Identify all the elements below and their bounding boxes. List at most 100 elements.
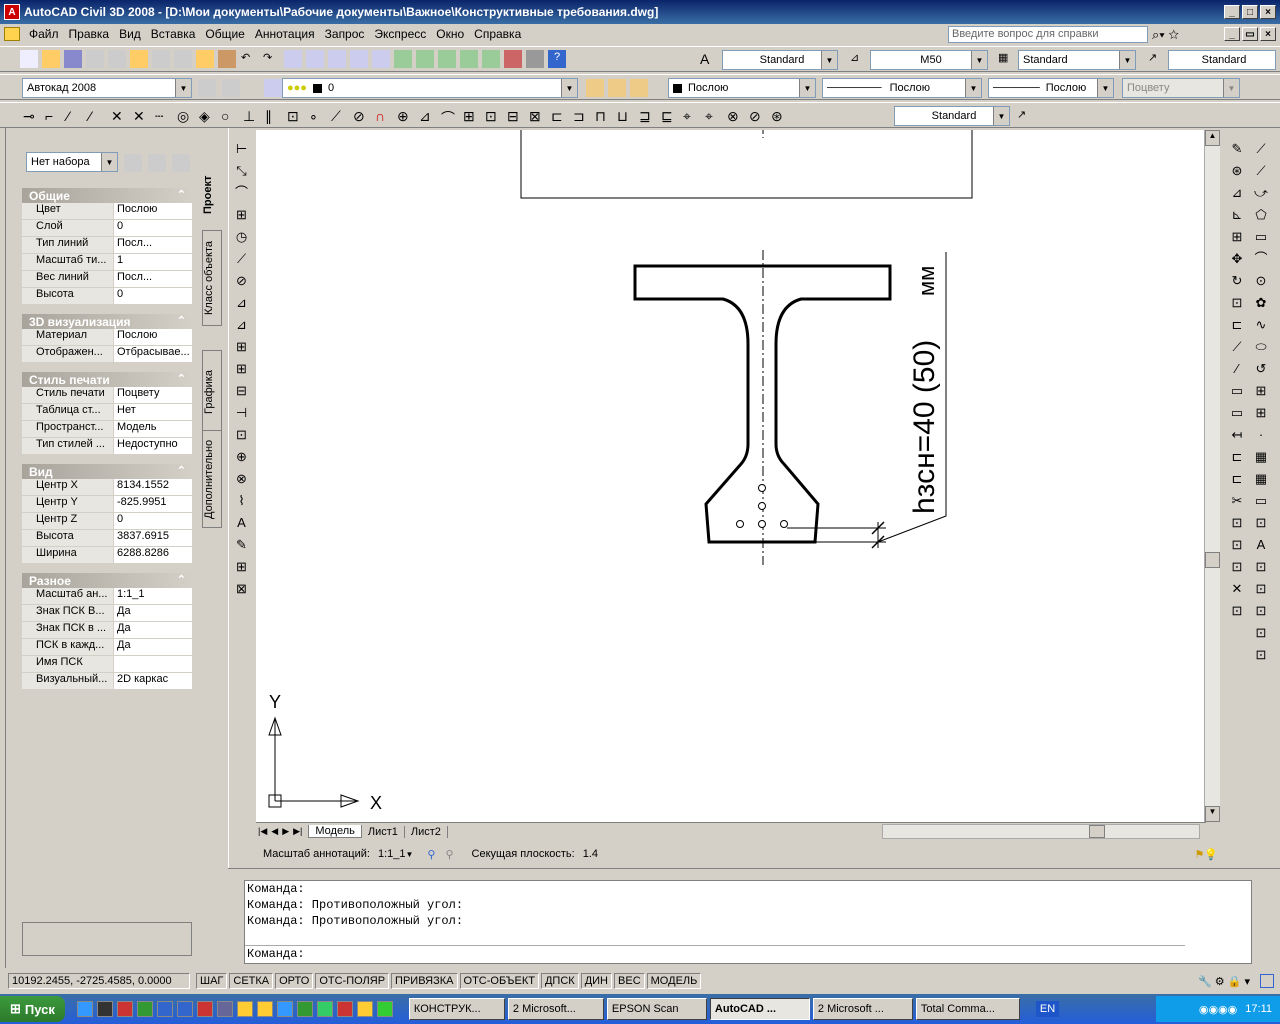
zoom-window-icon[interactable] bbox=[328, 50, 346, 68]
property-section-header[interactable]: Общие ⌃ bbox=[22, 188, 192, 203]
clean-screen-icon[interactable] bbox=[1260, 974, 1274, 988]
property-section-header[interactable]: Вид ⌃ bbox=[22, 464, 192, 479]
property-row[interactable]: Таблица ст... Нет bbox=[22, 404, 192, 421]
draw-tool-0-icon[interactable]: ⟋ bbox=[1256, 138, 1265, 160]
property-value[interactable]: Послою bbox=[114, 329, 192, 345]
layer-previous-icon[interactable] bbox=[608, 79, 626, 97]
cut-icon[interactable] bbox=[152, 50, 170, 68]
property-row[interactable]: Имя ПСК bbox=[22, 656, 192, 673]
status-toggle-1[interactable]: СЕТКА bbox=[229, 973, 274, 989]
property-row[interactable]: Высота 0 bbox=[22, 288, 192, 305]
lineweight-select[interactable]: ────── Послою ▼ bbox=[988, 78, 1114, 98]
tab-last-icon[interactable]: ▶| bbox=[291, 826, 304, 837]
property-row[interactable]: Стиль печати Поцвету bbox=[22, 387, 192, 404]
property-value[interactable]: Недоступно bbox=[114, 438, 192, 454]
property-row[interactable]: Материал Послою bbox=[22, 329, 192, 346]
quicklaunch-icon[interactable] bbox=[196, 1001, 213, 1017]
dimension-tool-18-icon[interactable]: ✎ bbox=[236, 534, 247, 556]
snap-tangent-icon[interactable]: ○ bbox=[220, 107, 238, 125]
property-row[interactable]: Ширина 6288.8286 bbox=[22, 547, 192, 564]
make-current-layer-icon[interactable] bbox=[586, 79, 604, 97]
horizontal-scroll-thumb[interactable] bbox=[1089, 825, 1105, 838]
draw-tool-9-icon[interactable]: ⬭ bbox=[1255, 336, 1266, 358]
draw-tool-13-icon[interactable]: · bbox=[1259, 424, 1263, 446]
property-value[interactable]: 1:1_1 bbox=[114, 588, 192, 604]
status-toggle-3[interactable]: ОТС-ПОЛЯР bbox=[315, 973, 390, 989]
quicklaunch-icon[interactable] bbox=[176, 1001, 193, 1017]
scroll-up-button[interactable]: ▲ bbox=[1205, 130, 1220, 146]
menu-query[interactable]: Запрос bbox=[320, 27, 370, 41]
start-button[interactable]: ⊞ Пуск bbox=[0, 996, 65, 1022]
dimension-tool-5-icon[interactable]: ⟋ bbox=[237, 248, 246, 270]
tab-project[interactable]: Проект bbox=[202, 148, 222, 242]
publish-icon[interactable] bbox=[130, 50, 148, 68]
menu-file[interactable]: Файл bbox=[24, 27, 64, 41]
task-konstruk[interactable]: КОНСТРУК... bbox=[408, 998, 505, 1020]
layer-states-icon[interactable] bbox=[630, 79, 648, 97]
dim-break-icon[interactable]: ⊑ bbox=[660, 107, 678, 125]
modify-tool-6-icon[interactable]: ↻ bbox=[1232, 270, 1243, 292]
property-row[interactable]: Масштаб ти... 1 bbox=[22, 254, 192, 271]
snap-settings-icon[interactable]: ∩ bbox=[374, 107, 392, 125]
property-value[interactable]: Модель bbox=[114, 421, 192, 437]
layer-manager-icon[interactable] bbox=[264, 79, 282, 97]
dimension-tool-3-icon[interactable]: ⊞ bbox=[236, 204, 247, 226]
quicklaunch-icon[interactable] bbox=[116, 1001, 133, 1017]
collapse-icon[interactable]: ⌃ bbox=[177, 372, 186, 385]
command-prompt[interactable]: Команда: bbox=[245, 945, 1185, 961]
property-value[interactable]: 1 bbox=[114, 254, 192, 270]
dim-text-edit-icon[interactable]: ⊛ bbox=[770, 107, 788, 125]
status-toggle-0[interactable]: ШАГ bbox=[196, 973, 228, 989]
menu-view[interactable]: Вид bbox=[114, 27, 146, 41]
snap-none-icon[interactable]: ⊘ bbox=[352, 107, 370, 125]
task-microsoft-1[interactable]: 2 Microsoft... bbox=[507, 998, 604, 1020]
toggle-pickadd-icon[interactable] bbox=[124, 154, 142, 172]
modify-tool-2-icon[interactable]: ⊿ bbox=[1232, 182, 1243, 204]
dim-quick-icon[interactable]: ⊐ bbox=[572, 107, 590, 125]
modify-tool-12-icon[interactable]: ▭ bbox=[1231, 402, 1243, 424]
menu-insert[interactable]: Вставка bbox=[146, 27, 201, 41]
draw-tool-23-icon[interactable]: ⊡ bbox=[1256, 644, 1267, 666]
property-row[interactable]: Визуальный... 2D каркас bbox=[22, 673, 192, 690]
property-section-header[interactable]: Разное ⌃ bbox=[22, 573, 192, 588]
modify-tool-11-icon[interactable]: ▭ bbox=[1231, 380, 1243, 402]
collapse-icon[interactable]: ⌃ bbox=[177, 573, 186, 586]
text-style-icon[interactable]: A bbox=[700, 51, 709, 67]
mleader-style-icon[interactable]: ↗ bbox=[1148, 51, 1157, 64]
snap-intersection-icon[interactable]: ✕ bbox=[110, 107, 128, 125]
modify-tool-8-icon[interactable]: ⊏ bbox=[1232, 314, 1243, 336]
property-value[interactable]: 6288.8286 bbox=[114, 547, 192, 563]
property-row[interactable]: Знак ПСК В... Да bbox=[22, 605, 192, 622]
draw-tool-2-icon[interactable]: ⤻ bbox=[1254, 182, 1268, 204]
save-icon[interactable] bbox=[64, 50, 82, 68]
help-search-input[interactable]: Введите вопрос для справки bbox=[948, 26, 1148, 43]
modify-tool-19-icon[interactable]: ⊡ bbox=[1232, 556, 1243, 578]
modify-tool-16-icon[interactable]: ✂ bbox=[1232, 490, 1243, 512]
property-value[interactable]: -825.9951 bbox=[114, 496, 192, 512]
calculator-icon[interactable] bbox=[526, 50, 544, 68]
quicklaunch-icon[interactable] bbox=[296, 1001, 313, 1017]
property-value[interactable]: 0 bbox=[114, 513, 192, 529]
dimension-tool-14-icon[interactable]: ⊕ bbox=[236, 446, 247, 468]
draw-tool-20-icon[interactable]: ⊡ bbox=[1256, 578, 1267, 600]
status-toggle-6[interactable]: ДПСК bbox=[540, 973, 579, 989]
doc-close-button[interactable]: × bbox=[1260, 27, 1276, 41]
dim-ordinate-icon[interactable]: ⊞ bbox=[462, 107, 480, 125]
select-objects-icon[interactable] bbox=[148, 154, 166, 172]
property-row[interactable]: Вес линий Посл... bbox=[22, 271, 192, 288]
menu-express[interactable]: Экспресс bbox=[369, 27, 431, 41]
table-style-icon[interactable]: ▦ bbox=[998, 51, 1008, 64]
dimension-tool-11-icon[interactable]: ⊟ bbox=[236, 380, 247, 402]
dim-continue-icon[interactable]: ⊔ bbox=[616, 107, 634, 125]
dim-update-icon[interactable]: ↗ bbox=[1016, 107, 1034, 125]
properties-icon[interactable] bbox=[394, 50, 412, 68]
modify-tool-9-icon[interactable]: ⟋ bbox=[1232, 336, 1241, 358]
draw-tool-4-icon[interactable]: ▭ bbox=[1255, 226, 1267, 248]
snap-endpoint-icon[interactable]: ⁄ bbox=[66, 107, 84, 125]
maximize-button[interactable]: □ bbox=[1242, 5, 1258, 19]
autocad-app-icon[interactable]: A bbox=[4, 4, 20, 20]
dimension-tool-1-icon[interactable]: ⤡ bbox=[236, 160, 246, 182]
quicklaunch-icon[interactable] bbox=[356, 1001, 373, 1017]
dimension-tool-2-icon[interactable]: ⌒ bbox=[235, 182, 248, 204]
menu-annotation[interactable]: Аннотация bbox=[250, 27, 320, 41]
